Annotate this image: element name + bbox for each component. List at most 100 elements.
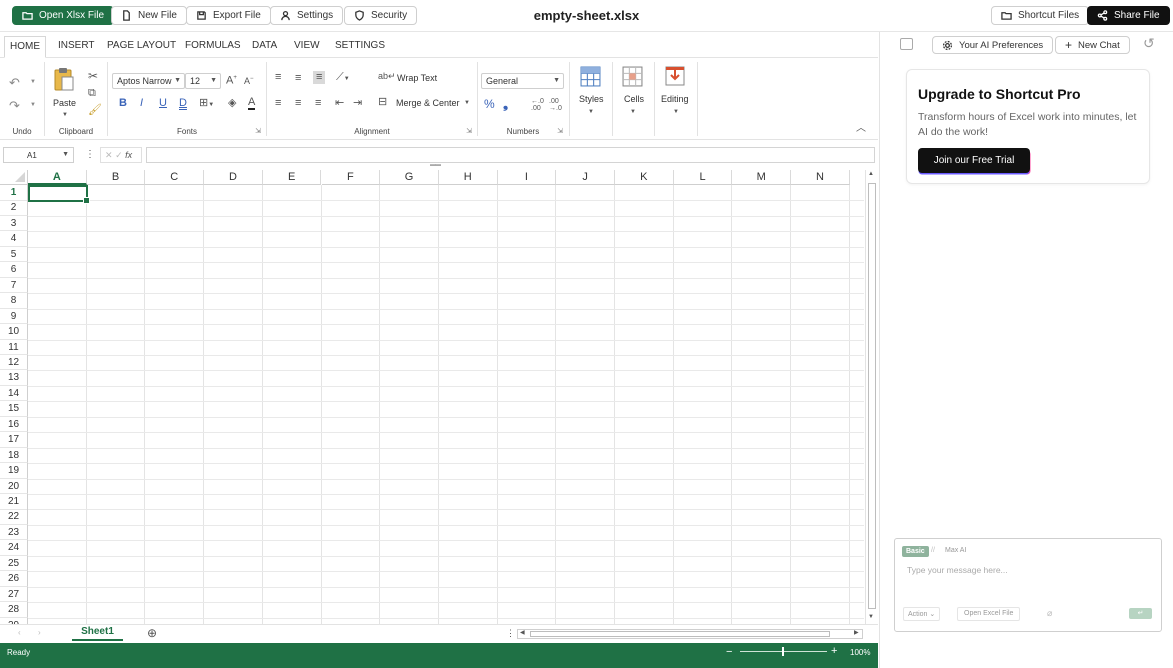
underline-icon[interactable]: U (159, 98, 167, 109)
decrease-decimal-icon[interactable]: .00 →.0 (549, 98, 562, 112)
column-header[interactable]: M (732, 170, 792, 185)
cancel-icon[interactable]: ✕ (105, 150, 113, 160)
row-header[interactable]: 23 (0, 524, 28, 541)
align-top-icon[interactable]: ≡ (275, 72, 281, 83)
mode-max-toggle[interactable]: Max AI (945, 547, 966, 554)
align-middle-icon[interactable]: ≡ (295, 73, 301, 84)
cut-icon[interactable]: ✂ (88, 70, 98, 82)
redo-icon[interactable]: ↷ (9, 99, 20, 112)
row-header[interactable]: 7 (0, 277, 28, 294)
more-vertical-icon[interactable]: ⋮ (85, 150, 95, 160)
settings-button[interactable]: Settings (270, 6, 344, 25)
row-header[interactable]: 24 (0, 540, 28, 556)
action-dropdown[interactable]: Action ⌄ (903, 607, 941, 621)
wrap-text-button[interactable]: ab↵ Wrap Text (378, 72, 444, 86)
row-header[interactable]: 19 (0, 463, 28, 479)
increase-indent-icon[interactable]: ⇥ (353, 98, 362, 109)
row-header[interactable]: 2 (0, 200, 28, 216)
column-header[interactable]: J (556, 170, 615, 185)
fill-color-icon[interactable]: ◈ (228, 98, 236, 109)
tab-view[interactable]: VIEW (289, 40, 325, 51)
mode-basic-toggle[interactable]: Basic (902, 546, 929, 557)
row-header[interactable]: 27 (0, 586, 28, 603)
row-header[interactable]: 9 (0, 308, 28, 325)
column-header[interactable]: E (262, 170, 322, 185)
double-underline-icon[interactable]: D (179, 98, 187, 109)
borders-icon[interactable]: ⊞▼ (199, 98, 214, 109)
column-header[interactable]: K (615, 170, 674, 185)
align-right-icon[interactable]: ≡ (315, 98, 321, 109)
prev-sheet-icon[interactable]: ‹ (18, 629, 21, 637)
numbers-launcher-icon[interactable]: ⇲ (557, 127, 563, 135)
redo-dropdown-icon[interactable]: ▼ (30, 102, 36, 108)
name-box[interactable]: A1 ▼ (3, 147, 74, 163)
scroll-right-icon[interactable]: ▶ (854, 630, 859, 636)
font-size-select[interactable]: 12 ▼ (185, 73, 221, 89)
selected-cell[interactable] (28, 185, 90, 204)
tab-home[interactable]: HOME (4, 36, 46, 58)
alignment-launcher-icon[interactable]: ⇲ (466, 127, 472, 135)
row-header[interactable]: 25 (0, 555, 28, 572)
row-header[interactable]: 12 (0, 354, 28, 371)
italic-icon[interactable]: I (140, 98, 143, 109)
copy-icon[interactable]: ⧉ (88, 88, 96, 99)
row-header[interactable]: 17 (0, 432, 28, 448)
row-header[interactable]: 18 (0, 447, 28, 464)
free-trial-button[interactable]: Join our Free Trial (918, 148, 1030, 173)
column-header[interactable]: B (86, 170, 146, 185)
scroll-thumb[interactable] (868, 183, 876, 609)
next-sheet-icon[interactable]: › (38, 629, 41, 637)
attachment-icon[interactable]: ⌀ (1047, 608, 1052, 619)
zoom-slider-thumb[interactable] (782, 647, 784, 656)
column-header[interactable]: A (28, 170, 87, 185)
fx-icon[interactable]: fx (125, 150, 132, 160)
comma-style-icon[interactable]: ❟ (503, 97, 508, 110)
tab-settings[interactable]: SETTINGS (330, 40, 390, 51)
row-header[interactable]: 3 (0, 215, 28, 232)
send-button[interactable]: ↵ (1129, 608, 1152, 619)
orientation-icon[interactable]: ⟋▼ (336, 72, 350, 83)
fonts-launcher-icon[interactable]: ⇲ (255, 127, 261, 135)
align-left-icon[interactable]: ≡ (275, 98, 281, 109)
select-all-corner[interactable] (0, 170, 28, 185)
row-header[interactable]: 4 (0, 231, 28, 247)
new-chat-button[interactable]: + New Chat (1055, 36, 1130, 54)
tab-formulas[interactable]: FORMULAS (180, 40, 246, 51)
vertical-scrollbar[interactable]: ▲ ▼ (865, 170, 877, 624)
column-header[interactable]: G (380, 170, 439, 185)
cells-button[interactable]: Cells ▼ (613, 58, 653, 140)
paste-button[interactable]: Paste ▼ (51, 66, 77, 120)
ai-preferences-button[interactable]: Your AI Preferences (932, 36, 1054, 54)
column-header[interactable]: I (497, 170, 557, 185)
column-header[interactable]: H (438, 170, 498, 185)
scroll-thumb[interactable] (530, 631, 830, 637)
column-header[interactable]: L (673, 170, 733, 185)
align-bottom-icon[interactable]: ≡ (313, 71, 326, 84)
row-header[interactable]: 21 (0, 494, 28, 510)
zoom-out-icon[interactable]: − (726, 646, 732, 658)
row-header[interactable]: 1 (0, 185, 28, 201)
column-header[interactable]: F (321, 170, 381, 185)
undo-icon[interactable]: ↶ (9, 76, 20, 89)
undo-dropdown-icon[interactable]: ▼ (30, 79, 36, 85)
security-button[interactable]: Security (344, 6, 418, 25)
font-color-icon[interactable]: A (248, 97, 256, 110)
row-header[interactable]: 6 (0, 262, 28, 278)
more-vertical-icon[interactable]: ⋮ (506, 629, 515, 638)
align-center-icon[interactable]: ≡ (295, 98, 301, 109)
tab-data[interactable]: DATA (247, 40, 282, 51)
resize-handle-icon[interactable]: ▬▬ (430, 162, 441, 168)
horizontal-scrollbar[interactable]: ◀ ▶ (517, 629, 863, 639)
export-file-button[interactable]: Export File (186, 6, 271, 25)
increase-decimal-icon[interactable]: ←.0.00 (531, 98, 544, 112)
row-header[interactable]: 8 (0, 293, 28, 309)
row-header[interactable]: 11 (0, 339, 28, 355)
row-header[interactable]: 15 (0, 401, 28, 417)
row-header[interactable]: 26 (0, 571, 28, 587)
column-header[interactable]: D (204, 170, 263, 185)
shortcut-files-button[interactable]: Shortcut Files (991, 6, 1090, 25)
tab-insert[interactable]: INSERT (53, 40, 100, 51)
styles-button[interactable]: Styles ▼ (570, 58, 610, 140)
bold-icon[interactable]: B (119, 98, 127, 109)
share-file-button[interactable]: Share File (1087, 6, 1170, 25)
